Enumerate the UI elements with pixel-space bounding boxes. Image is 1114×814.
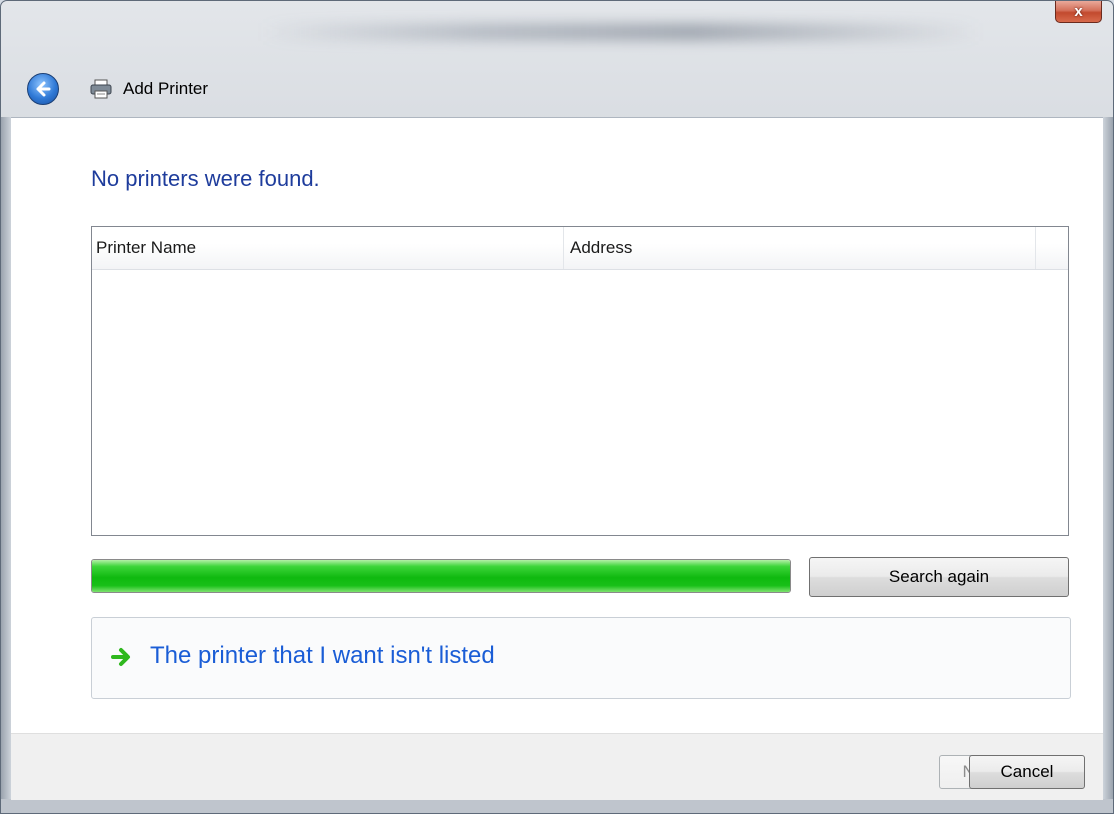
column-header-filler [1036, 227, 1068, 269]
navigation-bar: Add Printer [1, 59, 1113, 117]
printer-not-listed-link[interactable]: The printer that I want isn't listed [150, 642, 495, 670]
search-progress-bar [91, 559, 791, 593]
search-progress-fill [92, 560, 790, 592]
wizard-content: No printers were found. Printer Name Add… [11, 117, 1103, 734]
printer-icon [90, 79, 112, 99]
add-printer-window: x Add Printer No printers were found. Pr… [0, 0, 1114, 814]
window-border-right [1103, 117, 1113, 799]
cancel-button[interactable]: Cancel [969, 755, 1085, 789]
close-icon: x [1074, 3, 1083, 20]
title-bar-glass [261, 23, 981, 41]
printer-not-listed-option[interactable]: The printer that I want isn't listed [91, 617, 1071, 699]
printer-list-header: Printer Name Address [92, 227, 1068, 270]
search-again-button[interactable]: Search again [809, 557, 1069, 597]
back-arrow-icon [36, 81, 51, 97]
close-button[interactable]: x [1055, 1, 1102, 23]
window-title: Add Printer [123, 79, 209, 98]
page-heading: No printers were found. [91, 166, 320, 191]
column-header-address[interactable]: Address [564, 227, 1036, 269]
window-border-left [1, 117, 11, 799]
printer-list[interactable]: Printer Name Address [91, 226, 1069, 536]
back-button[interactable] [27, 73, 59, 105]
green-arrow-icon [111, 648, 130, 666]
wizard-footer: Next Cancel [11, 733, 1103, 800]
column-header-printer-name[interactable]: Printer Name [92, 227, 564, 269]
